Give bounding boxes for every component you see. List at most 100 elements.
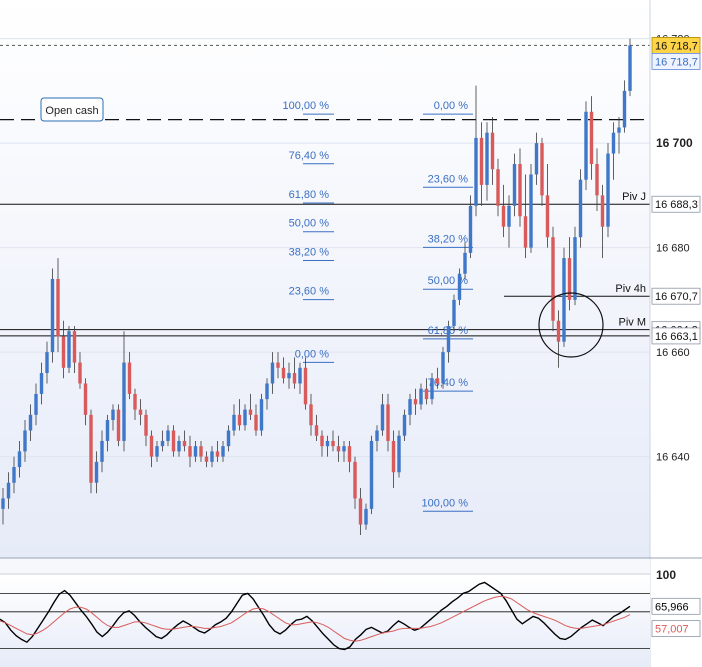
candle-body [325, 440, 330, 447]
candle-body [364, 508, 368, 525]
candle-body [34, 393, 38, 415]
candle-body [446, 325, 451, 353]
candle-body [573, 237, 577, 300]
candle-body [17, 451, 22, 468]
fib-label: 76,40 % [428, 377, 469, 389]
candle-body [628, 45, 632, 91]
candle-body [430, 378, 434, 400]
candle-body [199, 446, 203, 457]
fib-label: 0,00 % [434, 100, 468, 112]
price-tick-label: 16 640 [656, 452, 690, 464]
candle-body [529, 174, 533, 248]
oscillator-value-label: 65,966 [655, 601, 689, 613]
candle-body [534, 143, 539, 175]
candle-body [518, 164, 522, 217]
candle-body [155, 446, 159, 457]
candle-body [254, 414, 258, 431]
fib-label: 38,20 % [428, 233, 469, 245]
candle-body [556, 320, 561, 342]
price-tick-label: 16 680 [656, 243, 690, 255]
fib-label: 100,00 % [422, 497, 469, 509]
candle-body [331, 440, 335, 447]
candle-body [402, 414, 407, 436]
candle-body [391, 440, 396, 473]
candle-body [496, 169, 500, 206]
candle-body [424, 388, 429, 400]
candle-body [149, 435, 154, 457]
price-tag-label: 16 718,7 [655, 56, 698, 68]
candle-body [1, 498, 5, 509]
fib-label: 76,40 % [289, 150, 330, 162]
candle-body [188, 446, 192, 457]
candle-body [441, 352, 445, 384]
open-cash-marker[interactable]: Open cash [40, 97, 104, 122]
pivot-label: Piv M [619, 317, 647, 329]
candle-body [435, 378, 440, 384]
candle-body [12, 467, 16, 483]
candle-body [545, 195, 550, 238]
candle-body [221, 446, 225, 457]
candle-body [237, 414, 242, 426]
candle-body [540, 143, 544, 196]
fib-label: 38,20 % [289, 246, 330, 258]
candle-body [485, 132, 489, 185]
candle-body [523, 216, 528, 248]
candle-body [320, 435, 324, 447]
candle-body [56, 278, 60, 337]
candle-body [457, 273, 462, 300]
candle-body [270, 362, 275, 384]
candle-body [276, 362, 280, 368]
oscillator-tick-label: 100 [656, 568, 676, 582]
candle-body [45, 352, 49, 374]
candle-body [78, 362, 82, 384]
candle-body [606, 153, 610, 227]
candle-body [204, 456, 209, 462]
candle-body [490, 132, 495, 170]
candle-body [210, 451, 214, 462]
candle-body [584, 111, 588, 180]
candle-body [617, 127, 621, 133]
panel-separator[interactable] [0, 558, 650, 574]
price-panel: Piv J Piv 4h Piv M 100,00 % 76,40 % 61,80 % 5… [0, 0, 650, 558]
price-tag-label: 16 663,1 [655, 331, 698, 343]
candle-body [6, 482, 11, 499]
candle-body [177, 440, 181, 452]
candle-body [226, 430, 231, 447]
candle-body [83, 383, 88, 415]
candle-body [50, 278, 55, 353]
candle-body [28, 414, 33, 431]
candle-body [281, 367, 286, 379]
candle-body [193, 446, 198, 457]
candle-body [232, 414, 236, 431]
candle-body [622, 90, 627, 128]
price-tag-label: 16 718,7 [655, 40, 698, 52]
candle-body [182, 440, 187, 447]
candle-body [353, 461, 357, 499]
candle-body [452, 299, 456, 326]
candle-body [171, 430, 176, 452]
candle-body [369, 440, 374, 509]
candle-body [127, 362, 132, 394]
price-tick-label: 16 660 [656, 347, 690, 359]
candle-body [265, 383, 269, 400]
candle-body [309, 404, 313, 426]
candle-body [474, 137, 478, 206]
fib-label: 100,00 % [283, 100, 330, 112]
candle-body [342, 446, 346, 452]
candle-body [562, 258, 566, 342]
candle-body [116, 409, 121, 441]
price-tag-label: 16 688,3 [655, 199, 698, 211]
candle-body [600, 195, 605, 227]
candle-body [111, 409, 115, 421]
candle-body [386, 404, 390, 441]
candle-body [166, 430, 170, 441]
candle-body [336, 446, 341, 452]
candle-body [292, 373, 297, 384]
candle-body [287, 373, 291, 379]
candle-body [72, 331, 77, 363]
candle-body [397, 435, 401, 473]
candle-body [133, 393, 137, 410]
oscillator-panel: 100 65,966 57,007 [0, 568, 701, 667]
fib-label: 50,00 % [428, 275, 469, 287]
candle-body [589, 111, 594, 165]
